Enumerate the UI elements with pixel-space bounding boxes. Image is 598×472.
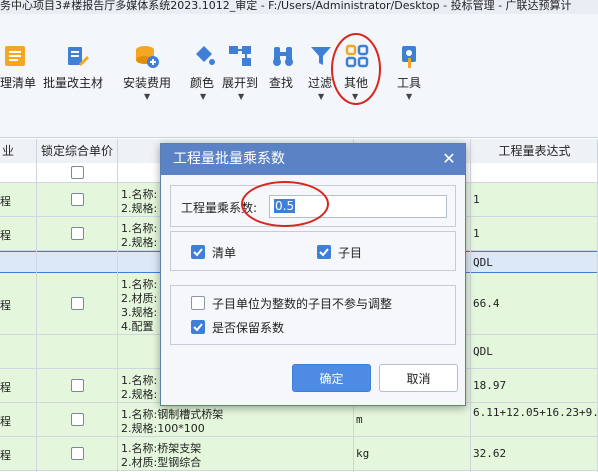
- cancel-button[interactable]: 取消: [379, 364, 458, 392]
- column-header[interactable]: 锁定综合单价: [37, 139, 117, 163]
- keep-factor-checkbox[interactable]: [191, 320, 205, 334]
- grid-line: [36, 139, 37, 472]
- chevron-down-icon: ▼: [406, 92, 413, 101]
- qingdan-checkbox[interactable]: [191, 245, 205, 259]
- cell-expr: 1: [473, 193, 480, 206]
- chevron-down-icon: ▼: [238, 92, 245, 101]
- chevron-down-icon: ▼: [318, 92, 325, 101]
- lock-checkbox[interactable]: [71, 447, 84, 460]
- lock-checkbox[interactable]: [71, 379, 84, 392]
- tree-expand-icon: [228, 44, 254, 68]
- cell-type: 程: [0, 415, 11, 428]
- integer-unit-checkbox[interactable]: [191, 296, 205, 310]
- paint-bucket-icon: [191, 44, 217, 68]
- ok-button[interactable]: 确定: [292, 364, 371, 392]
- funnel-icon: [308, 44, 334, 68]
- cell-expr: 6.11+12.05+16.23+9.0: [473, 406, 597, 419]
- cell-unit: m: [356, 413, 363, 426]
- keep-factor-label: 是否保留系数: [212, 321, 285, 335]
- cell-desc: 2.规格:: [121, 388, 158, 401]
- chevron-down-icon: ▼: [144, 92, 151, 101]
- ribbon-label: 展开到: [222, 76, 259, 90]
- cell-type: 程: [0, 449, 11, 462]
- zimu-checkbox[interactable]: [317, 245, 331, 259]
- cell-expr: 66.4: [473, 297, 500, 310]
- integer-unit-label: 子目单位为整数的子目不参与调整: [212, 297, 393, 311]
- column-header[interactable]: 业: [0, 139, 36, 163]
- coins-icon: [134, 44, 160, 68]
- tools-icon: [397, 44, 423, 68]
- ribbon-label: 工具: [397, 76, 422, 90]
- table-row[interactable]: 程 1.名称:钢制槽式桥架 2.规格:100*100 m 6.11+12.05+…: [0, 403, 598, 437]
- chevron-down-icon: ▼: [200, 92, 207, 101]
- grid-line: [470, 139, 471, 472]
- annotation-circle: [241, 181, 329, 227]
- cell-type: 程: [0, 195, 11, 208]
- scope-group: 清单 子目: [170, 231, 456, 271]
- batch-multiply-dialog: 工程量批量乘系数 ✕ 工程量乘系数: 0.5 清单 子目 子目单位为整数的子目不…: [160, 143, 466, 406]
- lock-all-checkbox[interactable]: [71, 166, 84, 179]
- annotation-circle: [331, 33, 381, 105]
- cell-desc: 2.规格:: [121, 202, 158, 215]
- ribbon-label: 理清单: [0, 76, 37, 90]
- table-row[interactable]: 程 1.名称:桥架支架 2.材质:型钢综合 kg 32.62: [0, 437, 598, 471]
- cell-desc: 2.材质:型钢综合: [121, 456, 202, 469]
- ribbon-label: 过滤: [308, 76, 333, 90]
- grid-line: [117, 139, 118, 472]
- binoculars-icon: [270, 44, 296, 68]
- zimu-label: 子目: [338, 246, 363, 260]
- lock-checkbox[interactable]: [71, 413, 84, 426]
- cell-unit: kg: [356, 447, 370, 460]
- cell-expr: 1: [473, 227, 480, 240]
- qingdan-label: 清单: [212, 246, 237, 260]
- dialog-title: 工程量批量乘系数: [161, 144, 465, 175]
- cell-expr: 18.97: [473, 379, 507, 392]
- cell-expr: QDL: [473, 345, 493, 358]
- ribbon-label: 安装费用: [123, 76, 172, 90]
- cell-type: 程: [0, 229, 11, 242]
- ribbon-toolbar: 理清单 批量改主材 安装费用 ▼ 颜色 ▼ 展开到 ▼ 查找 过滤 ▼ 其他 ▼…: [0, 14, 598, 138]
- cell-desc: 2.规格:: [121, 236, 158, 249]
- ribbon-label: 查找: [269, 76, 294, 90]
- cell-desc: 2.规格:100*100: [121, 422, 205, 435]
- column-header[interactable]: 工程量表达式: [471, 139, 598, 163]
- close-icon[interactable]: ✕: [441, 151, 457, 167]
- cell-desc: 4.配置: [121, 320, 154, 333]
- edit-material-icon: [64, 44, 90, 68]
- cell-expr: 32.62: [473, 447, 507, 460]
- lock-checkbox[interactable]: [71, 193, 84, 206]
- list-icon: [2, 44, 28, 68]
- ribbon-label: 批量改主材: [43, 76, 104, 90]
- cell-type: 程: [0, 299, 11, 312]
- window-title: 务中心项目3#楼报告厅多媒体系统2023.1012_审定 - F:/Users/…: [0, 0, 598, 14]
- cell-expr: QDL: [473, 256, 493, 269]
- lock-checkbox[interactable]: [71, 297, 84, 310]
- cell-type: 程: [0, 381, 11, 394]
- ribbon-label: 颜色: [190, 76, 215, 90]
- options-group: 子目单位为整数的子目不参与调整 是否保留系数: [170, 285, 456, 345]
- lock-checkbox[interactable]: [71, 227, 84, 240]
